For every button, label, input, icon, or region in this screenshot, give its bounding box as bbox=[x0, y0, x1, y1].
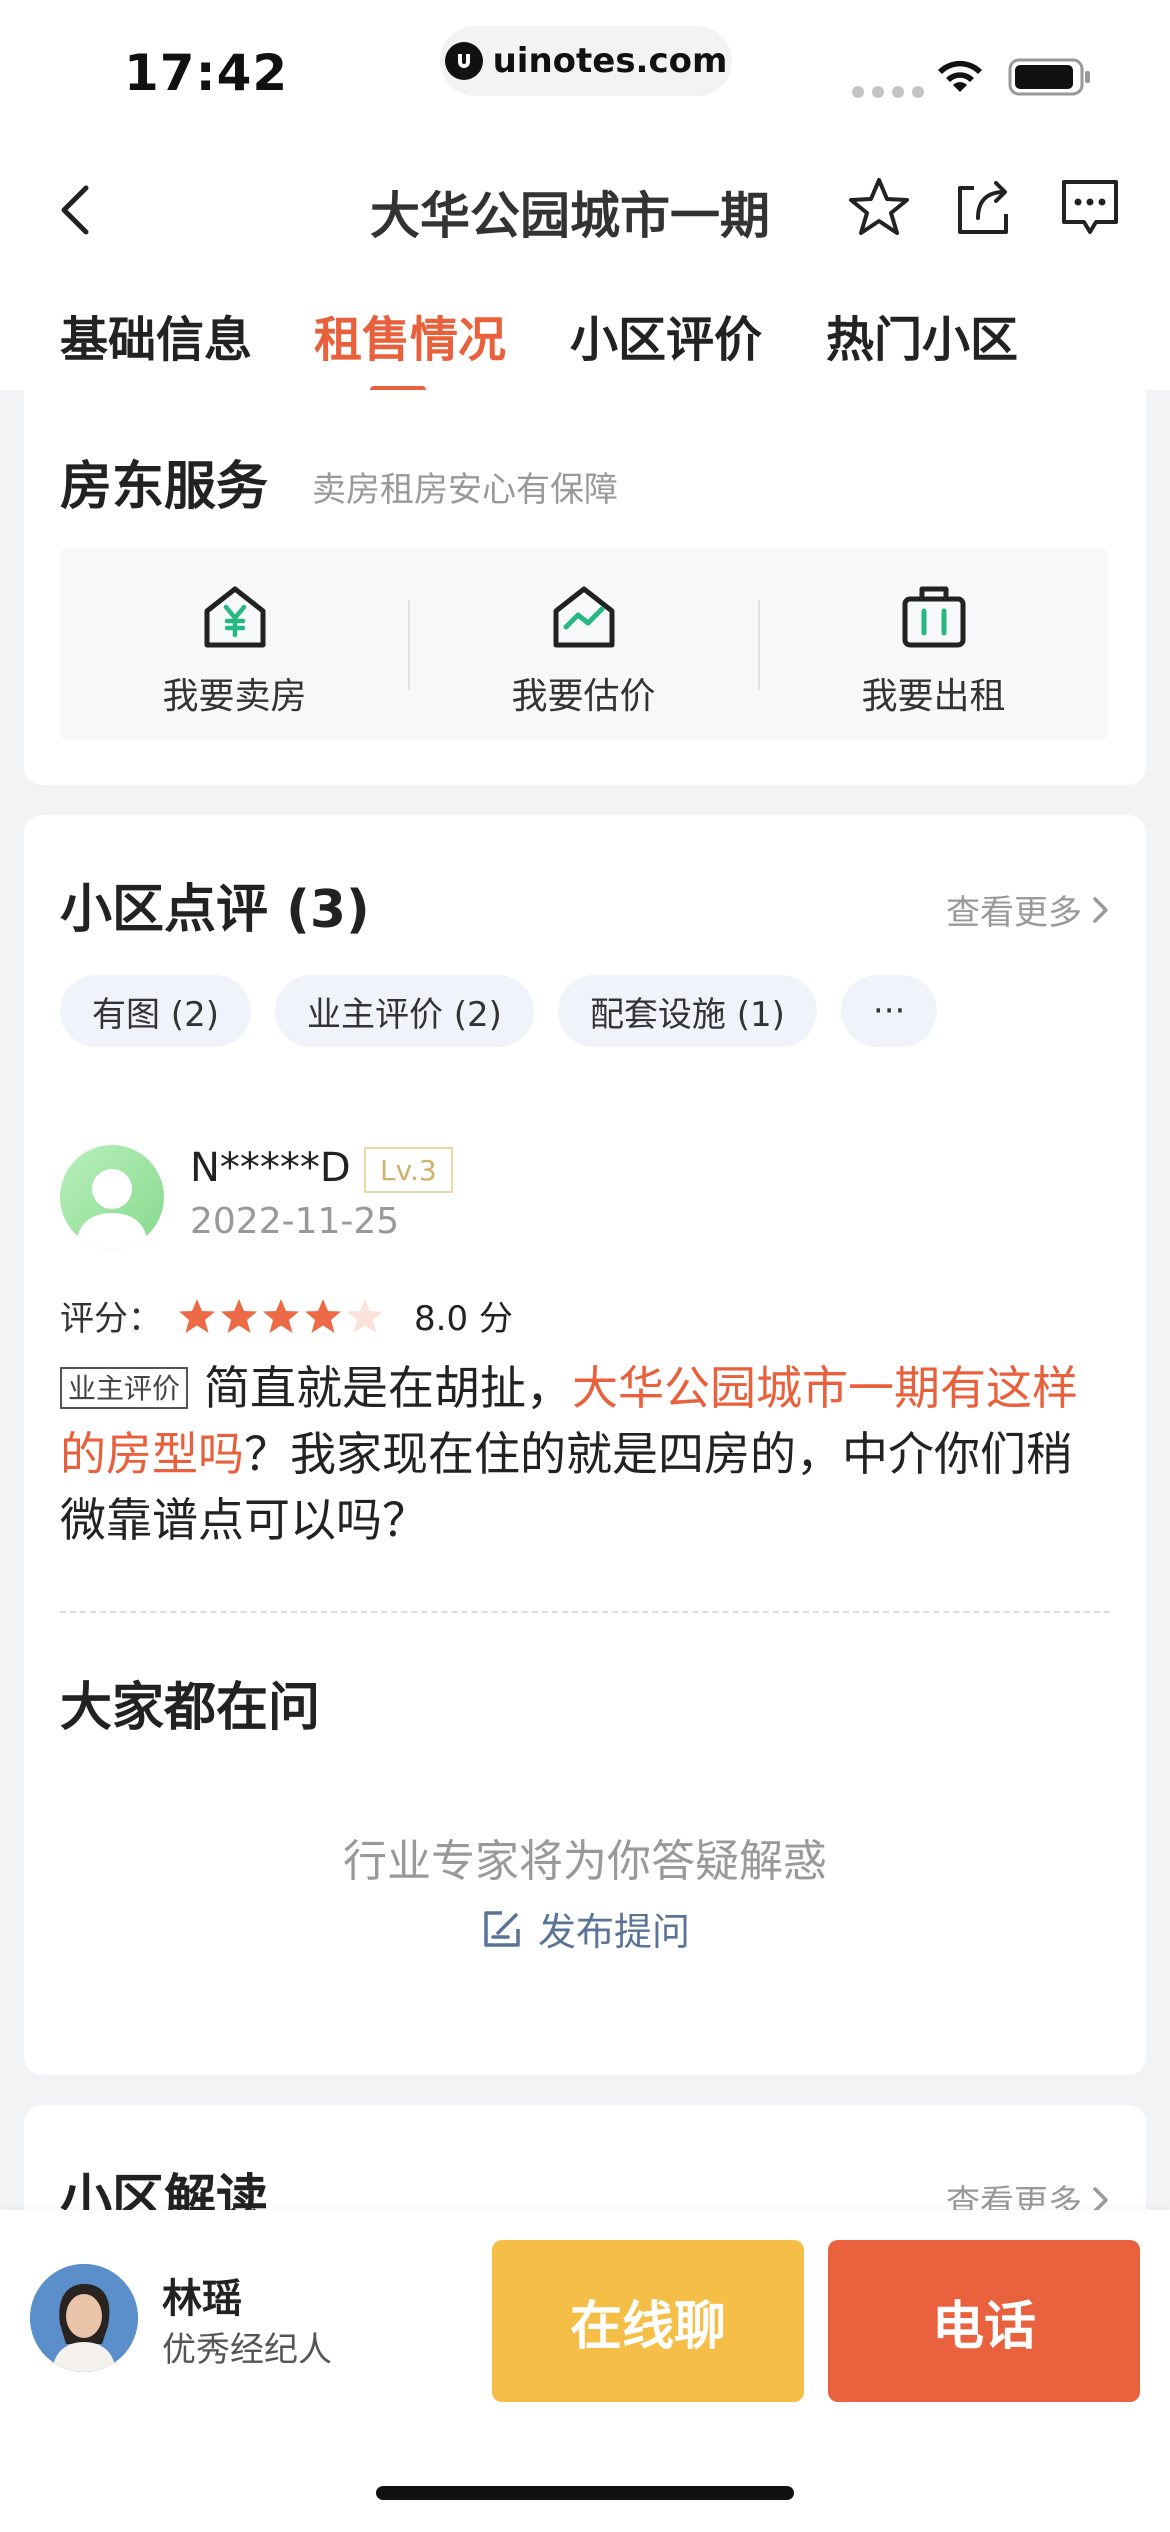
star-filled-icon bbox=[221, 1298, 257, 1333]
level-badge: Lv.3 bbox=[364, 1147, 453, 1193]
chip-owner-reviews[interactable]: 业主评价 (2) bbox=[274, 975, 534, 1047]
agent-avatar[interactable] bbox=[30, 2264, 138, 2372]
agent-photo-icon bbox=[30, 2264, 138, 2372]
tab-rent-sale[interactable]: 租售情况 bbox=[314, 300, 507, 394]
review-text: 业主评价 简直就是在胡扯，大华公园城市一期有这样的房型吗？我家现在住的就是四房的，… bbox=[60, 1355, 1110, 1553]
ask-question-button[interactable]: 发布提问 bbox=[24, 1901, 1146, 1956]
url-pill[interactable]: uinotes.com bbox=[440, 26, 732, 96]
agent-name: 林瑶 bbox=[162, 2276, 242, 2322]
wifi-icon bbox=[938, 60, 982, 92]
status-bar: 17:42 uinotes.com bbox=[0, 0, 1170, 140]
house-yen-icon bbox=[204, 586, 265, 648]
see-more-label: 查看更多 bbox=[946, 893, 1082, 933]
chevron-right-icon bbox=[1093, 896, 1108, 923]
star-empty-icon bbox=[347, 1298, 383, 1333]
community-review-card: 小区点评 (3) 查看更多 有图 (2) 业主评价 (2) 配套设施 (1) ·… bbox=[24, 815, 1146, 2075]
site-logo-icon bbox=[444, 42, 483, 80]
tabs-bar: 基础信息 租售情况 小区评价 热门小区 bbox=[0, 270, 1170, 394]
ask-question-label: 发布提问 bbox=[537, 1910, 690, 1954]
agent-contact-bar: 林瑶 优秀经纪人 在线聊 电话 bbox=[0, 2210, 1170, 2532]
page-title: 大华公园城市一期 bbox=[370, 187, 770, 245]
landlord-service-card: 房东服务 卖房租房安心有保障 我要卖房 我要估价 我要出租 bbox=[24, 390, 1146, 785]
review-section-title: 小区点评 (3) bbox=[60, 880, 370, 940]
cellular-signal-icon bbox=[852, 86, 924, 98]
star-filled-icon bbox=[263, 1298, 299, 1333]
battery-icon bbox=[1008, 58, 1090, 96]
divider bbox=[60, 1611, 1110, 1613]
rating-label: 评分： bbox=[60, 1299, 162, 1339]
phone-call-button[interactable]: 电话 bbox=[828, 2240, 1140, 2402]
landlord-title: 房东服务 bbox=[60, 457, 269, 517]
status-time: 17:42 bbox=[124, 44, 289, 102]
sell-house-label: 我要卖房 bbox=[162, 676, 307, 717]
reviewer-name: N*****D bbox=[190, 1145, 351, 1191]
rating-score: 8.0 分 bbox=[414, 1299, 513, 1339]
chip-more[interactable]: ··· bbox=[840, 975, 938, 1047]
nav-bar: 大华公园城市一期 bbox=[0, 140, 1170, 270]
star-rating bbox=[178, 1297, 384, 1335]
estimate-price-label: 我要估价 bbox=[511, 676, 656, 717]
avatar[interactable] bbox=[60, 1145, 164, 1249]
star-filled-icon bbox=[305, 1298, 341, 1333]
see-more-reviews-link[interactable]: 查看更多 bbox=[946, 885, 1110, 934]
message-icon[interactable] bbox=[1058, 176, 1122, 238]
review-text-part1: 简直就是在胡扯， bbox=[204, 1361, 573, 1415]
rent-out-button[interactable]: 我要出租 bbox=[759, 548, 1108, 740]
tab-community-review[interactable]: 小区评价 bbox=[570, 300, 762, 370]
qa-section-title: 大家都在问 bbox=[60, 1678, 321, 1738]
online-chat-button[interactable]: 在线聊 bbox=[492, 2240, 804, 2402]
briefcase-icon bbox=[902, 586, 965, 648]
tab-rent-sale-label: 租售情况 bbox=[314, 312, 507, 368]
rent-out-label: 我要出租 bbox=[861, 676, 1006, 717]
review-filter-chips: 有图 (2) 业主评价 (2) 配套设施 (1) ··· bbox=[60, 975, 938, 1047]
chip-with-photos[interactable]: 有图 (2) bbox=[60, 975, 251, 1047]
edit-icon bbox=[484, 1910, 520, 1947]
estimate-price-button[interactable]: 我要估价 bbox=[409, 548, 758, 740]
url-text: uinotes.com bbox=[492, 41, 728, 81]
owner-review-tag: 业主评价 bbox=[60, 1367, 189, 1409]
tab-hot-community[interactable]: 热门小区 bbox=[826, 300, 1018, 370]
review-date: 2022-11-25 bbox=[190, 1201, 400, 1242]
qa-empty-text: 行业专家将为你答疑解惑 bbox=[343, 1836, 827, 1887]
house-chart-icon bbox=[553, 586, 614, 648]
favorite-star-icon[interactable] bbox=[846, 174, 912, 240]
default-user-icon bbox=[76, 1169, 148, 1249]
star-filled-icon bbox=[179, 1298, 215, 1333]
service-box: 我要卖房 我要估价 我要出租 bbox=[60, 548, 1108, 740]
landlord-subtitle: 卖房租房安心有保障 bbox=[312, 470, 618, 510]
share-icon[interactable] bbox=[950, 174, 1016, 240]
back-arrow-icon[interactable] bbox=[56, 180, 96, 240]
home-indicator bbox=[376, 2486, 794, 2500]
agent-title: 优秀经纪人 bbox=[162, 2330, 332, 2370]
sell-house-button[interactable]: 我要卖房 bbox=[60, 548, 409, 740]
chip-facilities[interactable]: 配套设施 (1) bbox=[557, 975, 817, 1047]
rating-row: 评分： 8.0 分 bbox=[60, 1291, 513, 1340]
tab-basic-info[interactable]: 基础信息 bbox=[60, 300, 252, 370]
